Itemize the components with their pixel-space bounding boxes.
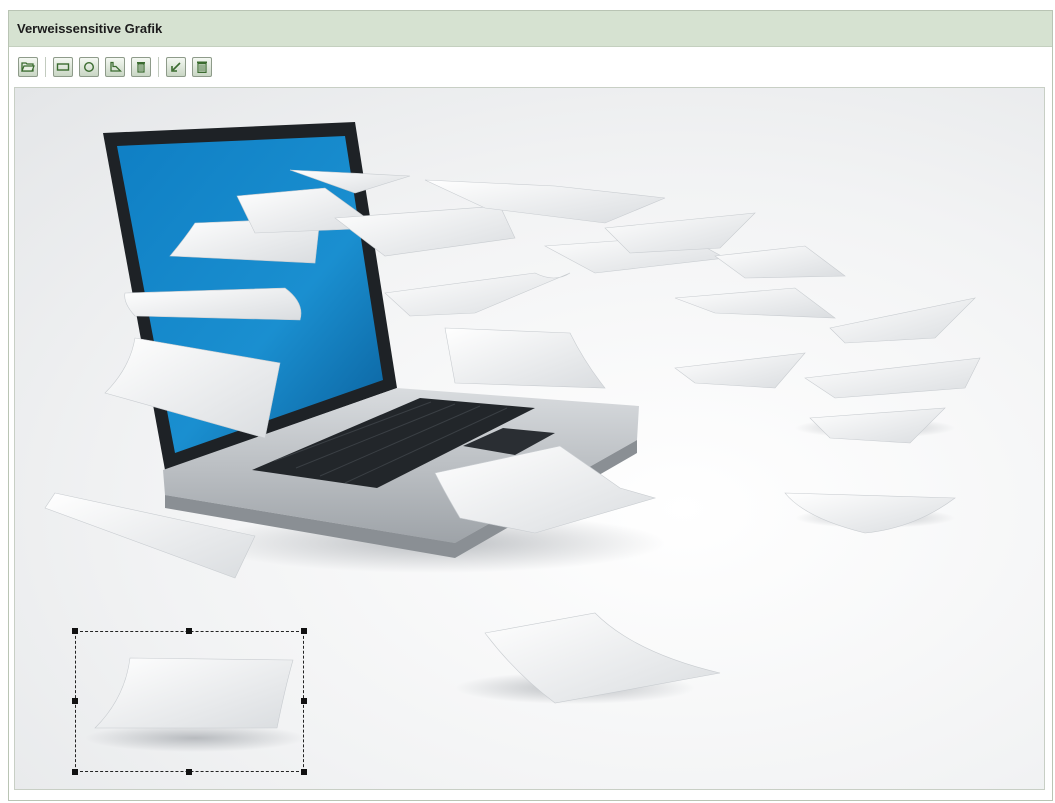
resize-handle-right[interactable] bbox=[301, 698, 307, 704]
resize-handle-bottom-left[interactable] bbox=[72, 769, 78, 775]
polygon-tool-button[interactable] bbox=[105, 57, 125, 77]
polygon-icon bbox=[110, 61, 122, 72]
delete-button[interactable] bbox=[131, 57, 151, 77]
resize-handle-top-left[interactable] bbox=[72, 628, 78, 634]
resize-handle-left[interactable] bbox=[72, 698, 78, 704]
edit-link-button[interactable] bbox=[166, 57, 186, 77]
resize-handle-bottom-right[interactable] bbox=[301, 769, 307, 775]
toolbar-separator bbox=[45, 57, 46, 77]
edit-arrow-icon bbox=[171, 62, 181, 72]
resize-handle-top-right[interactable] bbox=[301, 628, 307, 634]
open-folder-icon bbox=[21, 62, 35, 72]
circle-icon bbox=[83, 61, 95, 73]
panel-title-bar: Verweissensitive Grafik bbox=[9, 11, 1052, 47]
delete-all-button[interactable] bbox=[192, 57, 212, 77]
image-canvas[interactable] bbox=[14, 87, 1045, 790]
rectangle-tool-button[interactable] bbox=[53, 57, 73, 77]
selected-area-rectangle[interactable] bbox=[72, 628, 307, 775]
trash-all-icon bbox=[197, 61, 207, 73]
resize-handle-top[interactable] bbox=[186, 628, 192, 634]
trash-icon bbox=[137, 62, 145, 73]
panel-title: Verweissensitive Grafik bbox=[17, 21, 163, 36]
circle-tool-button[interactable] bbox=[79, 57, 99, 77]
toolbar bbox=[18, 54, 212, 80]
toolbar-separator bbox=[158, 57, 159, 77]
rectangle-icon bbox=[56, 63, 70, 71]
open-folder-button[interactable] bbox=[18, 57, 38, 77]
resize-handle-bottom[interactable] bbox=[186, 769, 192, 775]
